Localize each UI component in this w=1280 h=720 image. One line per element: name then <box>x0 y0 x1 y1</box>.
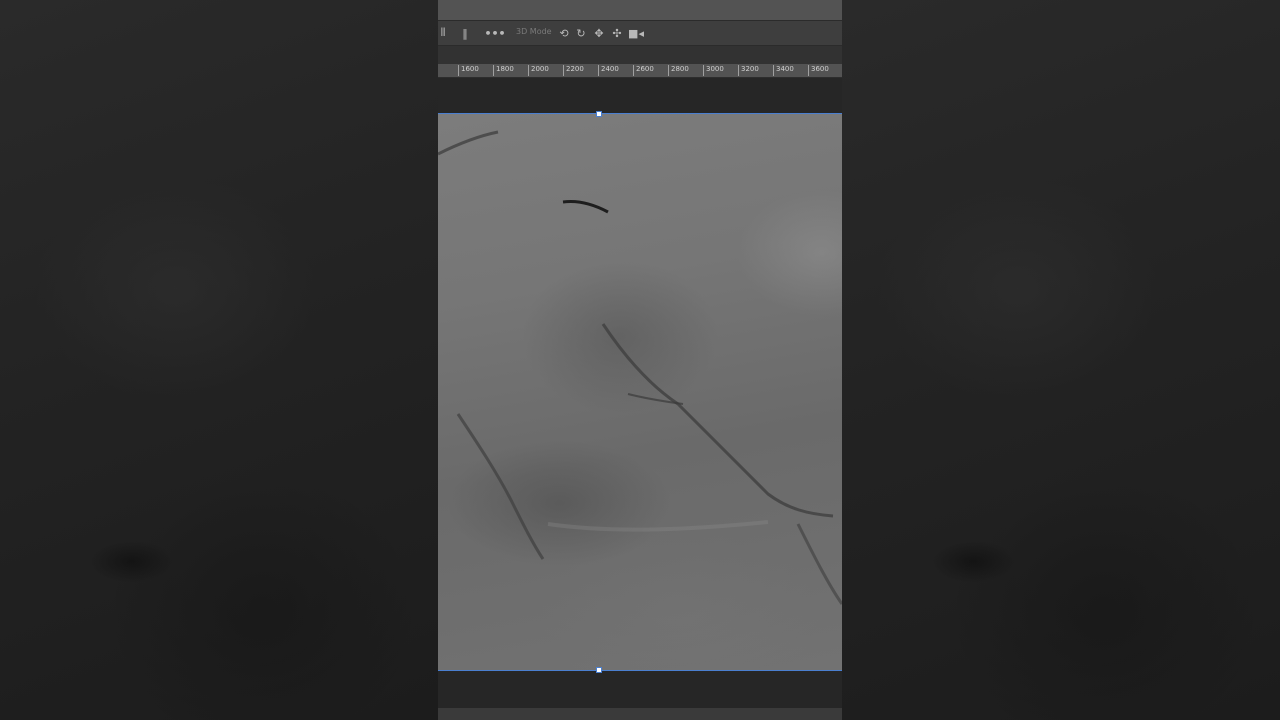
blurred-background-right <box>842 0 1280 720</box>
align-icon[interactable]: ⦀ <box>438 26 448 40</box>
3d-mode-label: 3D Mode <box>516 27 552 36</box>
stone-cracks <box>438 130 842 605</box>
orbit-icon[interactable]: ⟲ <box>557 26 571 40</box>
photoshop-window: ⦀ ‖ ••• 3D Mode ⟲ ↻ ✥ ✣ ■◂ 1600 1800 200… <box>438 0 842 720</box>
status-bar <box>438 708 842 720</box>
roll-icon[interactable]: ↻ <box>575 26 587 40</box>
ruler-tick: 1600 <box>458 65 479 76</box>
ruler-tick: 3400 <box>773 65 794 76</box>
ruler-tick: 3600 <box>808 65 829 76</box>
ruler-tick: 2200 <box>563 65 584 76</box>
ruler-tick: 3000 <box>703 65 724 76</box>
scale-icon[interactable]: ■◂ <box>628 26 644 40</box>
slide-icon[interactable]: ✣ <box>611 26 623 40</box>
blurred-background-left <box>0 0 438 720</box>
distribute-icon[interactable]: ‖ <box>460 26 470 40</box>
pan-icon[interactable]: ✥ <box>593 26 605 40</box>
ruler-tick: 2000 <box>528 65 549 76</box>
document-tab-strip <box>438 46 842 64</box>
options-bar: ⦀ ‖ ••• 3D Mode ⟲ ↻ ✥ ✣ ■◂ <box>438 20 842 46</box>
ruler-tick: 2400 <box>598 65 619 76</box>
transform-handle-top[interactable] <box>596 111 602 117</box>
stone-texture-layer[interactable] <box>438 113 842 671</box>
ruler-tick: 2600 <box>633 65 654 76</box>
ruler-tick: 2800 <box>668 65 689 76</box>
horizontal-ruler[interactable]: 1600 1800 2000 2200 2400 2600 2800 3000 … <box>438 64 842 78</box>
ruler-tick: 3200 <box>738 65 759 76</box>
ruler-tick: 1800 <box>493 65 514 76</box>
transform-handle-bottom[interactable] <box>596 667 602 673</box>
title-bar <box>438 0 842 20</box>
more-icon[interactable]: ••• <box>484 26 505 40</box>
